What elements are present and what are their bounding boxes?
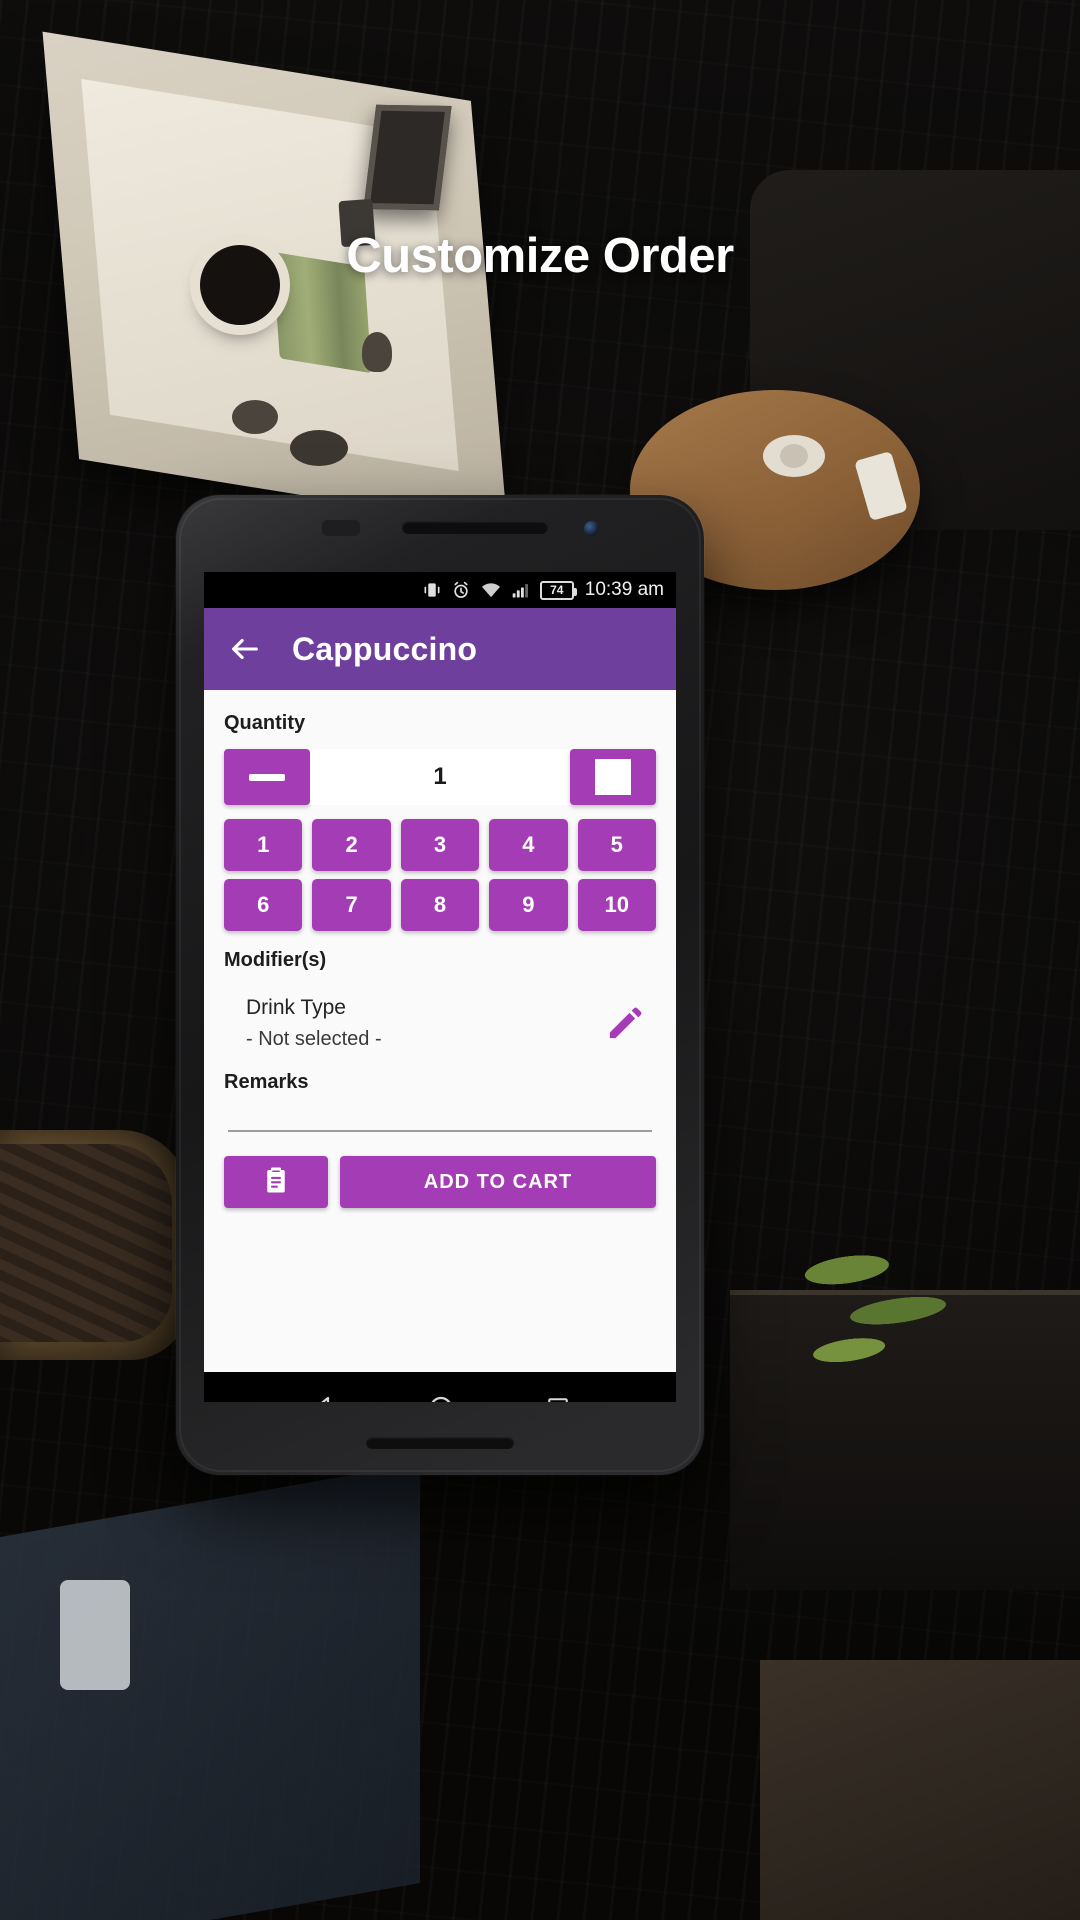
- quick-quantity-row-1: 1 2 3 4 5: [224, 819, 656, 871]
- add-to-cart-button[interactable]: ADD TO CART: [340, 1156, 656, 1208]
- remarks-input[interactable]: [228, 1130, 652, 1132]
- app-bar-title: Cappuccino: [292, 630, 478, 667]
- remarks-label: Remarks: [224, 1071, 309, 1093]
- quantity-value[interactable]: 1: [310, 749, 570, 805]
- clipboard-icon: [261, 1165, 291, 1200]
- floor-right: [760, 1660, 1080, 1920]
- status-bar-clock: 10:39 am: [584, 579, 664, 600]
- android-nav-bar: [204, 1372, 676, 1402]
- modifiers-label: Modifier(s): [224, 949, 327, 971]
- modifier-row[interactable]: Drink Type - Not selected -: [224, 986, 656, 1057]
- lamp: [60, 1580, 130, 1690]
- phone-screen: 74 10:39 am Cappuccino Quantity 1 1 2 3 …: [204, 572, 676, 1402]
- note-button[interactable]: [224, 1156, 328, 1208]
- quick-quantity-button[interactable]: 1: [224, 819, 303, 871]
- plus-icon: [595, 759, 631, 795]
- modifier-text: Drink Type - Not selected -: [246, 996, 604, 1051]
- vibrate-icon: [422, 580, 442, 600]
- modifier-name: Drink Type: [246, 996, 346, 1019]
- status-bar: 74 10:39 am: [204, 572, 676, 608]
- vase-b: [362, 332, 392, 372]
- page-title: Customize Order: [346, 229, 734, 283]
- quantity-label: Quantity: [224, 712, 306, 734]
- increment-quantity-button[interactable]: [570, 749, 656, 805]
- battery-level: 74: [550, 583, 564, 597]
- action-row: ADD TO CART: [224, 1156, 656, 1208]
- modifier-value: - Not selected -: [246, 1028, 382, 1050]
- decor-rock-a: [232, 400, 278, 434]
- picture-frame: [363, 104, 452, 211]
- quick-quantity-button[interactable]: 9: [489, 879, 568, 931]
- signal-icon: [511, 580, 531, 600]
- order-customization-panel: Quantity 1 1 2 3 4 5 6 7 8 9 10 Modifier…: [204, 690, 676, 1372]
- quantity-stepper: 1: [224, 749, 656, 805]
- quick-quantity-button[interactable]: 4: [489, 819, 568, 871]
- minus-icon: [249, 773, 285, 781]
- quick-quantity-button[interactable]: 10: [577, 879, 656, 931]
- quick-quantity-button[interactable]: 8: [400, 879, 480, 931]
- earpiece-speaker: [402, 521, 548, 534]
- nav-back-icon[interactable]: [308, 1393, 338, 1402]
- front-camera-icon: [584, 521, 599, 536]
- nav-recents-icon[interactable]: [544, 1394, 572, 1402]
- wifi-icon: [480, 580, 502, 600]
- decrement-quantity-button[interactable]: [224, 749, 310, 805]
- plant: [767, 1198, 973, 1412]
- app-bar: Cappuccino: [204, 608, 676, 690]
- pencil-icon[interactable]: [604, 1004, 644, 1044]
- quick-quantity-button[interactable]: 7: [312, 879, 391, 931]
- arrow-left-icon[interactable]: [228, 632, 262, 666]
- phone-mockup: 74 10:39 am Cappuccino Quantity 1 1 2 3 …: [176, 495, 704, 1475]
- quick-quantity-button[interactable]: 5: [577, 819, 656, 871]
- saucer: [763, 435, 825, 477]
- quick-quantity-row-2: 6 7 8 9 10: [224, 879, 656, 931]
- nav-home-icon[interactable]: [426, 1393, 456, 1402]
- battery-indicator: 74: [539, 580, 577, 600]
- alarm-icon: [451, 580, 471, 600]
- quick-quantity-button[interactable]: 6: [224, 879, 303, 931]
- decor-rock-b: [290, 430, 348, 466]
- quick-quantity-button[interactable]: 2: [312, 819, 391, 871]
- sensor-dot: [322, 520, 360, 536]
- quick-quantity-button[interactable]: 3: [400, 819, 480, 871]
- rug: [0, 1462, 420, 1920]
- bottom-speaker: [366, 1437, 514, 1449]
- basket: [0, 1130, 190, 1360]
